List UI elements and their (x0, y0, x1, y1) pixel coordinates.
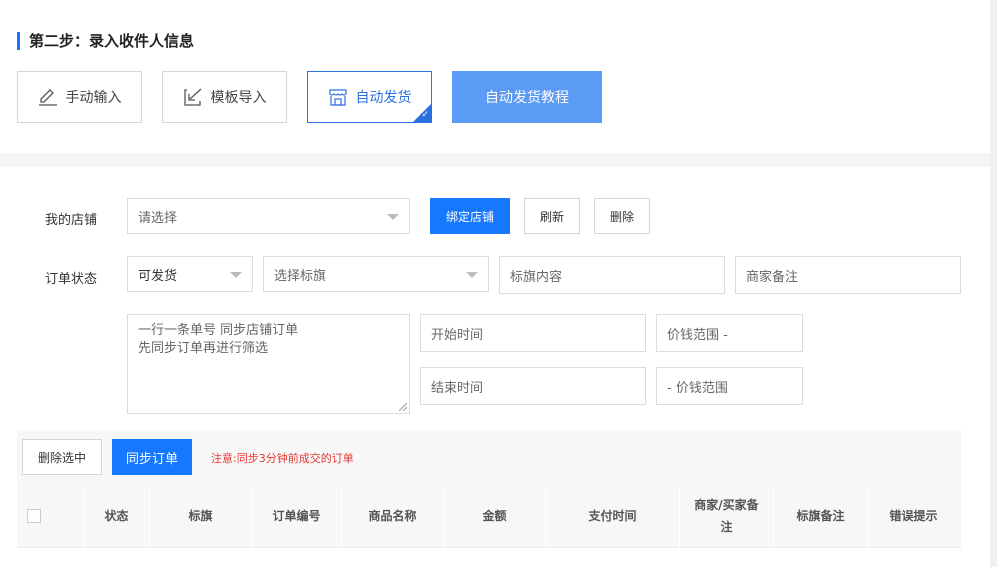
order-table-header: 状态 标旗 订单编号 商品名称 金额 支付时间 商家/买家备注 标旗备注 错误提… (17, 484, 961, 548)
merchant-note-placeholder: 商家备注 (746, 269, 799, 285)
auto-ship-tutorial-button[interactable]: 自动发货教程 (452, 71, 602, 123)
step-title: 第二步：录入收件人信息 (17, 32, 194, 50)
shop-select[interactable]: 请选择 (127, 198, 410, 234)
order-numbers-placeholder-line2: 先同步订单再进行筛选 (138, 341, 269, 356)
order-status-label: 订单状态 (45, 272, 98, 287)
import-arrow-icon (183, 88, 201, 106)
column-header: 支付时间 (545, 484, 679, 548)
column-header: 标旗备注 (773, 484, 867, 548)
delete-selected-button[interactable]: 删除选中 (22, 439, 102, 475)
column-header: 错误提示 (867, 484, 959, 548)
recipient-step-panel: 第二步：录入收件人信息 手动输入 模板导入 自动发货 ✓ 自动发货教程 (0, 0, 990, 153)
column-header: 状态 (83, 484, 149, 548)
price-max-placeholder: - 价钱范围 (667, 380, 728, 396)
page-scrollbar[interactable] (990, 0, 997, 567)
start-time-placeholder: 开始时间 (431, 327, 484, 343)
template-import-button[interactable]: 模板导入 (162, 71, 287, 123)
flag-content-placeholder: 标旗内容 (510, 269, 563, 285)
auto-ship-button[interactable]: 自动发货 ✓ (307, 71, 432, 123)
flag-select-placeholder: 选择标旗 (274, 268, 327, 284)
merchant-note-input[interactable]: 商家备注 (735, 256, 961, 294)
order-status-select[interactable]: 可发货 (127, 256, 253, 292)
manual-input-button[interactable]: 手动输入 (17, 71, 142, 123)
pencil-icon (38, 89, 57, 106)
bind-shop-button[interactable]: 绑定店铺 (430, 198, 510, 234)
chevron-down-icon (230, 272, 242, 278)
price-max-input[interactable]: - 价钱范围 (656, 367, 803, 405)
column-header: 标旗 (149, 484, 251, 548)
chevron-down-icon (387, 214, 399, 220)
price-min-placeholder: 价钱范围 - (667, 327, 728, 343)
flag-select[interactable]: 选择标旗 (263, 256, 489, 292)
end-time-placeholder: 结束时间 (431, 380, 484, 396)
auto-ship-label: 自动发货 (355, 90, 412, 106)
select-all-cell (17, 484, 83, 548)
shop-select-placeholder: 请选择 (138, 210, 178, 226)
select-all-checkbox[interactable] (27, 509, 41, 523)
delete-shop-button[interactable]: 删除 (594, 198, 650, 234)
chevron-down-icon (466, 272, 478, 278)
end-time-input[interactable]: 结束时间 (420, 367, 646, 405)
order-status-value: 可发货 (138, 268, 178, 284)
check-icon: ✓ (421, 110, 429, 120)
refresh-button[interactable]: 刷新 (524, 198, 580, 234)
order-numbers-placeholder-line1: 一行一条单号 同步店铺订单 (138, 323, 299, 338)
start-time-input[interactable]: 开始时间 (420, 314, 646, 352)
price-min-input[interactable]: 价钱范围 - (656, 314, 803, 352)
store-icon (328, 89, 347, 106)
flag-content-input[interactable]: 标旗内容 (499, 256, 725, 294)
resize-handle-icon[interactable] (399, 403, 407, 411)
manual-input-label: 手动输入 (65, 90, 122, 106)
sync-orders-button[interactable]: 同步订单 (112, 439, 192, 475)
column-header: 商品名称 (341, 484, 443, 548)
sync-note: 注意:同步3分钟前成交的订单 (211, 452, 354, 465)
order-numbers-textarea[interactable]: 一行一条单号 同步店铺订单 先同步订单再进行筛选 (127, 314, 410, 414)
column-header: 订单编号 (251, 484, 341, 548)
template-import-label: 模板导入 (210, 90, 267, 106)
column-header: 商家/买家备注 (679, 484, 773, 548)
my-shop-label: 我的店铺 (45, 213, 98, 228)
column-header: 金额 (443, 484, 545, 548)
